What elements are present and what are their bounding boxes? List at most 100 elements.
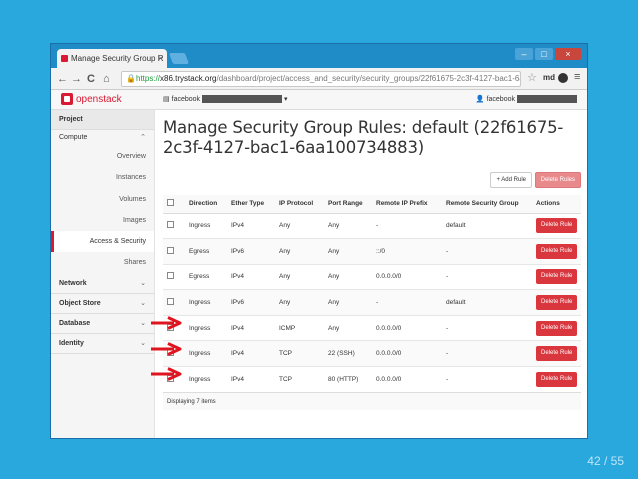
openstack-favicon-icon: [61, 55, 68, 62]
cell-direction: Ingress: [185, 212, 227, 239]
cell-actions: Delete Rule: [532, 340, 581, 367]
delete-rule-button[interactable]: Delete Rule: [536, 372, 578, 388]
sidebar-section-label: Object Store: [59, 299, 101, 307]
cell-port-range: Any: [324, 238, 372, 265]
delete-rule-button[interactable]: Delete Rule: [536, 218, 578, 234]
cell-remote-ip-prefix: ::/0: [372, 238, 442, 265]
column-header[interactable]: Remote IP Prefix: [372, 195, 442, 214]
sidebar-item-access-security[interactable]: Access & Security: [51, 231, 154, 253]
add-rule-button[interactable]: + Add Rule: [490, 172, 532, 188]
delete-rule-button[interactable]: Delete Rule: [536, 295, 578, 311]
cell-ether-type: IPv4: [227, 314, 275, 341]
address-toolbar: ← → C ⌂ 🔒 https://x86.trystack.org/dashb…: [51, 68, 587, 90]
openstack-logo[interactable]: openstack: [61, 93, 122, 105]
project-selector[interactable]: ▤ facebook ▾: [163, 95, 288, 103]
sidebar-item-images[interactable]: Images: [51, 210, 154, 231]
cell-remote-security-group: default: [442, 289, 532, 316]
delete-rule-button[interactable]: Delete Rule: [536, 320, 578, 336]
chevron-down-icon: ⌄: [140, 339, 146, 347]
cell-direction: Egress: [185, 238, 227, 265]
row-checkbox[interactable]: [167, 298, 174, 306]
reload-icon[interactable]: C: [87, 71, 95, 87]
extension-button[interactable]: md: [543, 73, 555, 82]
select-all-cell: [163, 195, 185, 214]
url-host: x86.trystack.org: [160, 74, 217, 83]
sidebar-section-project[interactable]: Project: [51, 110, 154, 130]
redacted-project-id: [202, 95, 283, 103]
project-icon: ▤: [163, 96, 170, 103]
openstack-logo-icon: [61, 93, 73, 105]
minimize-button[interactable]: –: [515, 48, 533, 60]
column-header[interactable]: IP Protocol: [275, 195, 324, 214]
column-header[interactable]: Ether Type: [227, 195, 275, 214]
cell-direction: Ingress: [185, 366, 227, 393]
sidebar-group-compute[interactable]: Compute ⌃: [51, 130, 154, 146]
delete-rule-button[interactable]: Delete Rule: [536, 243, 578, 259]
user-name: facebook: [486, 95, 515, 103]
delete-rules-button[interactable]: Delete Rules: [534, 172, 581, 188]
cell-remote-ip-prefix: 0.0.0.0/0: [372, 366, 442, 393]
row-checkbox[interactable]: [167, 246, 174, 254]
browser-tab[interactable]: Manage Security Group R ×: [57, 49, 167, 68]
cell-ether-type: IPv4: [227, 366, 275, 393]
column-header[interactable]: Direction: [185, 195, 227, 214]
cell-ip-protocol: Any: [275, 238, 324, 265]
browser-window: Manage Security Group R × – □ × ← → C ⌂ …: [50, 43, 588, 439]
sidebar-section-network[interactable]: Network ⌄: [51, 274, 154, 294]
new-tab-button[interactable]: [168, 53, 190, 64]
cell-remote-ip-prefix: 0.0.0.0/0: [372, 263, 442, 290]
table-row: Ingress IPv6 Any Any - default Delete Ru…: [163, 289, 581, 316]
sidebar-section-object-store[interactable]: Object Store ⌄: [51, 294, 154, 314]
cell-actions: Delete Rule: [532, 289, 581, 316]
tab-close-icon[interactable]: ×: [158, 49, 163, 68]
cell-port-range: Any: [324, 212, 372, 239]
url-input[interactable]: 🔒 https://x86.trystack.org/dashboard/pro…: [121, 71, 521, 87]
delete-rule-button[interactable]: Delete Rule: [536, 346, 578, 362]
home-icon[interactable]: ⌂: [103, 71, 110, 87]
table-row: Ingress IPv4 ICMP Any 0.0.0.0/0 - Delete…: [163, 314, 581, 341]
extension-icon[interactable]: [558, 73, 568, 83]
rules-table: Direction Ether Type IP Protocol Port Ra…: [163, 195, 581, 393]
row-checkbox[interactable]: [167, 221, 174, 229]
cell-actions: Delete Rule: [532, 314, 581, 341]
column-header[interactable]: Remote Security Group: [442, 195, 532, 214]
table-header-row: Direction Ether Type IP Protocol Port Ra…: [163, 195, 581, 214]
cell-ether-type: IPv4: [227, 212, 275, 239]
sidebar-section-label: Project: [59, 116, 83, 123]
cell-actions: Delete Rule: [532, 263, 581, 290]
cell-direction: Ingress: [185, 314, 227, 341]
openstack-header: openstack ▤ facebook ▾ 👤 facebook: [51, 90, 587, 110]
table-actions: + Add Rule Delete Rules: [163, 169, 581, 195]
user-icon: 👤: [475, 96, 485, 103]
cell-port-range: Any: [324, 289, 372, 316]
sidebar-item-instances[interactable]: Instances: [51, 167, 154, 188]
browser-menu-icon[interactable]: ≡: [574, 71, 580, 83]
sidebar-group-label: Compute: [59, 134, 88, 141]
sidebar-item-overview[interactable]: Overview: [51, 146, 154, 167]
close-window-button[interactable]: ×: [555, 48, 581, 60]
sidebar-item-volumes[interactable]: Volumes: [51, 189, 154, 210]
table-row: Egress IPv6 Any Any ::/0 - Delete Rule: [163, 238, 581, 265]
table-row: Egress IPv4 Any Any 0.0.0.0/0 - Delete R…: [163, 263, 581, 290]
sidebar-section-database[interactable]: Database ⌄: [51, 314, 154, 334]
back-arrow-icon[interactable]: ←: [57, 71, 68, 87]
cell-ip-protocol: Any: [275, 289, 324, 316]
chevron-down-icon: ⌄: [140, 319, 146, 327]
maximize-button[interactable]: □: [535, 48, 553, 60]
delete-rule-button[interactable]: Delete Rule: [536, 269, 578, 285]
sidebar-item-shares[interactable]: Shares: [51, 252, 154, 273]
forward-arrow-icon[interactable]: →: [71, 71, 82, 87]
cell-ip-protocol: Any: [275, 212, 324, 239]
user-menu[interactable]: 👤 facebook: [476, 95, 577, 103]
red-arrow-icon: [151, 316, 182, 330]
cell-remote-security-group: -: [442, 366, 532, 393]
cell-direction: Ingress: [185, 289, 227, 316]
logo-text: openstack: [76, 93, 122, 105]
sidebar-section-identity[interactable]: Identity ⌄: [51, 334, 154, 354]
column-header[interactable]: Port Range: [324, 195, 372, 214]
bookmark-star-icon[interactable]: ☆: [527, 71, 537, 84]
slide-page-number: 42 / 55: [587, 454, 624, 468]
select-all-checkbox[interactable]: [167, 199, 174, 207]
cell-port-range: 22 (SSH): [324, 340, 372, 367]
row-checkbox[interactable]: [167, 272, 174, 280]
